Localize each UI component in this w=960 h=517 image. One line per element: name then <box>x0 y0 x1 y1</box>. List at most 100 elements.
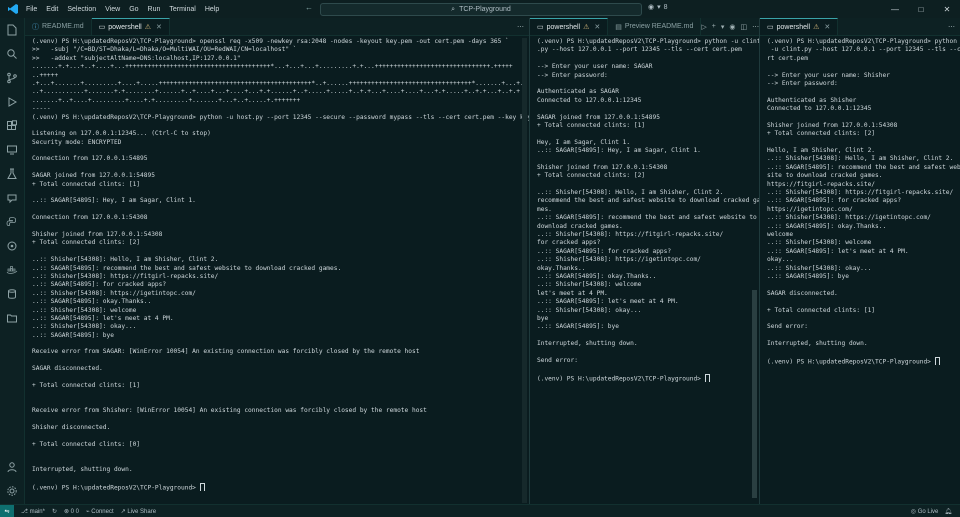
split-editor-icon[interactable]: ◫ <box>740 23 747 31</box>
terminal-line: + Total connected clints: [1] <box>32 382 141 390</box>
live-share-label: Live Share <box>127 508 157 515</box>
editor-tabs: ▭ powershell ⚠ ✕ ⋯ <box>760 18 960 36</box>
explorer-icon[interactable] <box>0 18 24 42</box>
terminal-line: Connected to 127.0.0.1:12345 <box>767 105 872 113</box>
tab-readme[interactable]: ⓘ README.md <box>25 18 92 35</box>
copilot-chat-icon[interactable] <box>0 186 24 210</box>
testing-icon[interactable] <box>0 162 24 186</box>
editor-tabs: ▭ powershell ⚠ ✕ ▤ Preview README.md ▷ +… <box>530 18 759 36</box>
copilot-icon[interactable]: ◉ <box>729 23 735 31</box>
menu-help[interactable]: Help <box>205 6 219 13</box>
menu-go[interactable]: Go <box>129 6 138 13</box>
tab-powershell[interactable]: ▭ powershell ⚠ ✕ <box>530 18 609 35</box>
more-actions-icon[interactable]: ⋯ <box>517 23 524 31</box>
terminal-line: okay... <box>767 256 794 264</box>
terminal-line: ..:: SAGAR[54895]: recommend the best an… <box>767 163 960 171</box>
branch-indicator[interactable]: ⎇ main* <box>21 508 45 515</box>
tab-actions: ⋯ <box>517 18 529 35</box>
minimize-button[interactable]: — <box>882 0 908 18</box>
menu-view[interactable]: View <box>105 6 120 13</box>
scrollbar[interactable] <box>522 38 527 503</box>
close-icon[interactable]: ✕ <box>594 23 600 31</box>
terminal-line: SAGAR joined from 127.0.0.1:54895 <box>537 113 660 121</box>
terminal-line: ..:: SAGAR[54895]: okay.Thanks.. <box>537 272 657 280</box>
more-actions-icon[interactable]: ⋯ <box>948 23 955 31</box>
command-center-label: TCP-Playground <box>459 6 511 13</box>
activity-bar <box>0 18 25 505</box>
terminal-line: Hey, I am Sagar, Clint 1. <box>537 138 631 146</box>
chevron-down-icon[interactable]: ▾ <box>721 23 725 31</box>
sync-icon[interactable]: ↻ <box>52 508 57 515</box>
terminal-icon: ▭ <box>98 24 106 31</box>
terminal-line: ..:: SAGAR[54895]: okay.Thanks.. <box>767 222 887 230</box>
terminal-line: Interrupted, shutting down. <box>32 465 133 473</box>
copilot-status[interactable]: ◉ ▾ 8 <box>648 3 668 12</box>
terminal-line: ..:: SAGAR[54895]: Hey, I am Sagar, Clin… <box>32 197 196 205</box>
python-icon[interactable] <box>0 210 24 234</box>
status-bar: ⇋ ⎇ main* ↻ ⊗ 0 0 ⌁ Connect ↗ Live Share… <box>0 504 960 517</box>
back-arrow-icon[interactable]: ← <box>305 3 313 12</box>
terminal-line: Listening on 127.0.0.1:12345... (Ctrl-C … <box>32 130 211 138</box>
menu-edit[interactable]: Edit <box>46 6 58 13</box>
tab-powershell[interactable]: ▭ powershell ⚠ ✕ <box>91 18 170 35</box>
terminal-output[interactable]: (.venv) PS H:\updatedReposV2\TCP-Playgro… <box>760 36 960 366</box>
terminal-output[interactable]: (.venv) PS H:\updatedReposV2\TCP-Playgro… <box>530 36 759 383</box>
gitlens-icon[interactable] <box>0 234 24 258</box>
terminal-output[interactable]: (.venv) PS H:\updatedReposV2\TCP-Playgro… <box>25 36 529 492</box>
scrollbar[interactable] <box>752 290 757 498</box>
terminal-line: Receive error from SAGAR: [WinError 1005… <box>32 348 420 356</box>
tab-preview-readme[interactable]: ▤ Preview README.md <box>608 18 702 35</box>
terminal-line: ..:: SAGAR[54895]: bye <box>32 331 114 339</box>
warning-icon: ⚠ <box>813 24 820 31</box>
menu-terminal[interactable]: Terminal <box>169 6 195 13</box>
live-share-button[interactable]: ↗ Live Share <box>121 508 156 515</box>
account-icon[interactable] <box>0 455 24 479</box>
problems-indicator[interactable]: ⊗ 0 0 <box>64 508 79 515</box>
go-live-button[interactable]: ◎ Go Live <box>911 508 939 515</box>
terminal-line: .py --host 127.0.0.1 --port 12345 --tls … <box>537 46 742 54</box>
run-debug-icon[interactable] <box>0 90 24 114</box>
warning-icon: ⚠ <box>144 24 151 31</box>
remote-explorer-icon[interactable] <box>0 138 24 162</box>
command-center[interactable]: ⌕ TCP-Playground <box>320 3 642 16</box>
maximize-button[interactable]: □ <box>908 0 934 18</box>
docker-icon[interactable] <box>0 258 24 282</box>
tab-label: Preview README.md <box>624 23 694 30</box>
database-icon[interactable] <box>0 282 24 306</box>
notifications-icon[interactable]: 🔔︎ <box>944 508 952 515</box>
close-icon[interactable]: ✕ <box>156 23 162 31</box>
menu-file[interactable]: File <box>26 6 37 13</box>
search-icon[interactable] <box>0 42 24 66</box>
close-window-button[interactable]: ✕ <box>934 0 960 18</box>
terminal-line: ..:: Shisher[54308]: https://fitgirl-rep… <box>537 230 724 238</box>
connect-button[interactable]: ⌁ Connect <box>86 508 114 515</box>
terminal-line: Connection from 127.0.0.1:54308 <box>32 214 148 222</box>
terminal-line: .......+.+...+..+....+...+++++++++++++++… <box>32 63 513 71</box>
title-bar: File Edit Selection View Go Run Terminal… <box>0 0 960 19</box>
connect-label: Connect <box>91 508 114 515</box>
run-icon[interactable]: ▷ <box>701 23 706 31</box>
close-icon[interactable]: ✕ <box>824 23 830 31</box>
branch-icon: ⎇ <box>21 508 30 515</box>
terminal-line: ..:: Shisher[54308]: welcome <box>32 306 137 314</box>
add-icon[interactable]: + <box>712 23 716 30</box>
source-control-icon[interactable] <box>0 66 24 90</box>
terminal-line: ..:: SAGAR[54895]: bye <box>537 323 619 331</box>
menu-run[interactable]: Run <box>148 6 161 13</box>
tab-powershell[interactable]: ▭ powershell ⚠ ✕ <box>760 18 839 35</box>
settings-gear-icon[interactable] <box>0 479 24 503</box>
extensions-icon[interactable] <box>0 114 24 138</box>
folder-icon[interactable] <box>0 306 24 330</box>
remote-indicator-icon[interactable]: ⇋ <box>0 505 14 517</box>
menu-selection[interactable]: Selection <box>67 6 96 13</box>
